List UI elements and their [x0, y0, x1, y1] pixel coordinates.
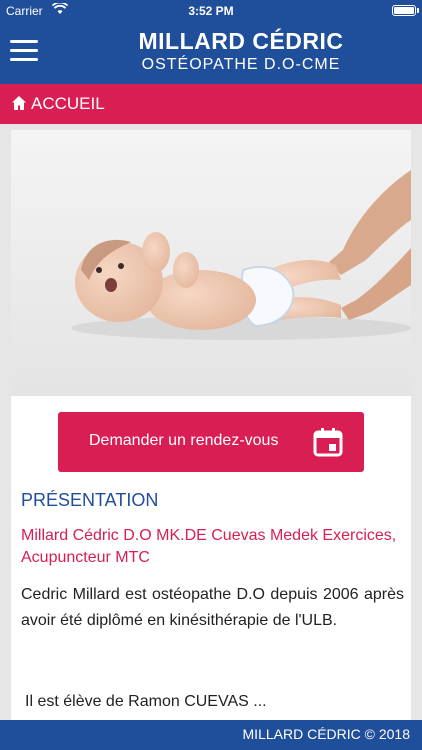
app-title: MILLARD CÉDRIC: [138, 28, 344, 54]
breadcrumb[interactable]: ACCUEIL: [0, 84, 422, 124]
battery-icon: [392, 5, 416, 16]
section-subtitle: Millard Cédric D.O MK.DE Cuevas Medek Ex…: [21, 527, 397, 566]
hamburger-menu-icon[interactable]: [10, 40, 38, 62]
book-appointment-label: Demander un rendez-vous: [89, 432, 279, 449]
battery-tip: [417, 8, 419, 13]
intro-paragraph: Cedric Millard est ostéopathe D.O depuis…: [21, 586, 404, 629]
app-header: MILLARD CÉDRIC OSTÉOPATHE D.O-CME: [0, 22, 422, 84]
nav-label: ACCUEIL: [31, 94, 105, 113]
main-content: Demander un rendez-vous PRÉSENTATION Mil…: [11, 130, 411, 720]
app-subtitle: OSTÉOPATHE D.O-CME: [141, 56, 341, 73]
footer: MILLARD CÉDRIC © 2018: [0, 720, 422, 750]
footer-copyright: MILLARD CÉDRIC © 2018: [242, 726, 410, 742]
clock: 3:52 PM: [188, 4, 234, 18]
second-paragraph: Il est élève de Ramon CUEVAS ...: [25, 693, 267, 710]
status-bar: Carrier 3:52 PM: [0, 0, 422, 22]
section-title: PRÉSENTATION: [21, 490, 159, 510]
home-icon: [12, 96, 26, 110]
calendar-icon: [313, 428, 343, 457]
book-appointment-button[interactable]: Demander un rendez-vous: [58, 412, 364, 472]
hero-photo: [11, 130, 411, 396]
